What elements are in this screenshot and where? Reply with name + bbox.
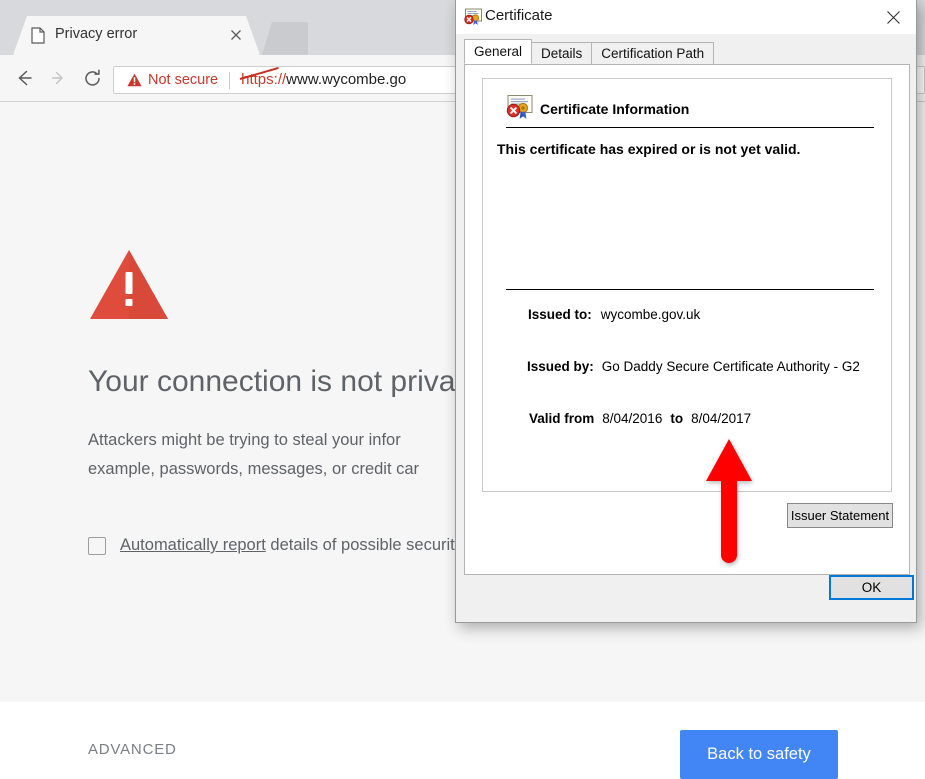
certificate-error-icon [506, 94, 534, 121]
close-icon[interactable] [228, 27, 244, 43]
certificate-status-text: This certificate has expired or is not y… [497, 141, 800, 157]
general-tab-panel: Certificate Information This certificate… [464, 64, 910, 575]
valid-to-value: 8/04/2017 [691, 411, 751, 426]
auto-report-label: Automatically report details of possible… [120, 536, 455, 555]
page-title: Your connection is not priva [88, 365, 455, 399]
issued-to-label: Issued to: [528, 307, 592, 322]
issued-by-value: Go Daddy Secure Certificate Authority - … [602, 359, 860, 374]
fields-divider [506, 289, 874, 290]
advanced-button[interactable]: ADVANCED [88, 741, 177, 758]
omnibox-divider [229, 72, 230, 89]
arrow-left-icon [13, 67, 35, 89]
back-button[interactable] [10, 64, 38, 92]
back-to-safety-button[interactable]: Back to safety [680, 730, 838, 779]
url-text[interactable]: https://www.wycombe.go [241, 71, 406, 89]
url-separator: :// [274, 71, 287, 88]
tab-title: Privacy error [55, 26, 137, 42]
new-tab-stub[interactable] [262, 22, 308, 55]
valid-to-label: to [670, 411, 683, 426]
auto-report-link[interactable]: Automatically report [120, 536, 266, 554]
security-status-label: Not secure [148, 72, 218, 88]
dialog-tab-strip: General Details Certification Path [464, 40, 713, 64]
ok-button[interactable]: OK [829, 575, 914, 600]
close-icon[interactable] [870, 0, 916, 34]
validity-field: Valid from 8/04/2016 to 8/04/2017 [529, 411, 751, 426]
warning-triangle-icon [88, 248, 170, 322]
certificate-icon [464, 8, 483, 26]
certificate-info-box: Certificate Information This certificate… [482, 78, 892, 492]
reload-button[interactable] [78, 64, 106, 92]
certificate-dialog: Certificate General Details Certificatio… [455, 0, 917, 623]
issued-to-value: wycombe.gov.uk [601, 307, 701, 322]
issuer-statement-button[interactable]: Issuer Statement [787, 503, 893, 528]
issued-to-field: Issued to: wycombe.gov.uk [528, 307, 700, 322]
auto-report-row[interactable]: Automatically report details of possible… [88, 536, 455, 555]
reload-icon [82, 68, 103, 89]
issued-by-label: Issued by: [527, 359, 594, 374]
valid-from-value: 8/04/2016 [602, 411, 662, 426]
up-arrow-annotation [700, 437, 758, 567]
tab-details[interactable]: Details [531, 42, 592, 64]
certificate-info-heading: Certificate Information [540, 101, 689, 117]
auto-report-rest: details of possible securit [266, 536, 455, 554]
dialog-title: Certificate [485, 7, 553, 24]
url-host: www.wycombe.go [286, 71, 406, 88]
forward-button [44, 64, 72, 92]
tab-certification-path[interactable]: Certification Path [591, 42, 714, 64]
warning-triangle-icon [127, 73, 142, 87]
page-icon [31, 27, 45, 44]
heading-divider [506, 127, 874, 128]
issued-by-field: Issued by: Go Daddy Secure Certificate Au… [527, 359, 860, 374]
arrow-right-icon [47, 67, 69, 89]
valid-from-label: Valid from [529, 411, 594, 426]
tab-general[interactable]: General [464, 39, 532, 64]
auto-report-checkbox[interactable] [88, 537, 106, 555]
